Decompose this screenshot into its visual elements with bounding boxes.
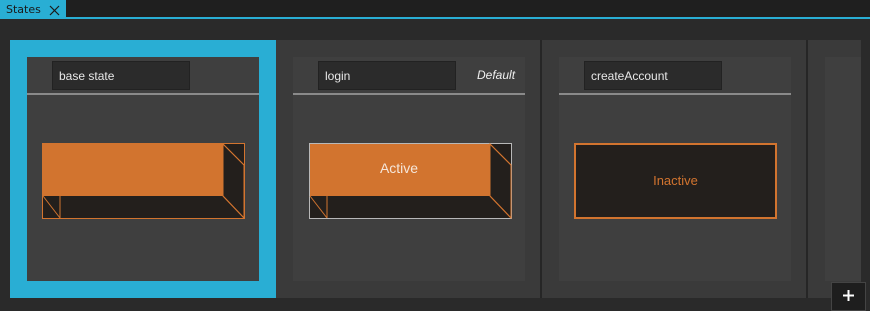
preview-active-text: Active — [379, 160, 419, 176]
state-preview-base — [42, 142, 245, 220]
state-divider — [559, 93, 791, 95]
state-card-body — [825, 57, 861, 281]
tab-states[interactable]: States — [0, 0, 66, 18]
state-name-field[interactable]: createAccount — [584, 61, 722, 90]
state-preview-createaccount: Inactive — [574, 143, 777, 219]
close-icon[interactable] — [48, 2, 61, 16]
state-card-login[interactable]: login Default Active — [276, 40, 540, 298]
state-divider — [27, 93, 259, 95]
add-state-button[interactable] — [831, 282, 866, 311]
plus-icon — [842, 287, 855, 306]
preview-inactive-text: Inactive — [653, 173, 698, 188]
states-panel: base state login Default Active createAc… — [0, 19, 870, 311]
state-card-base-state[interactable]: base state — [10, 40, 276, 298]
state-card-body: login Default Active — [293, 57, 525, 281]
button-preview-graphic — [309, 143, 512, 219]
state-name-field[interactable]: base state — [52, 61, 190, 90]
tab-bar: States — [0, 0, 870, 18]
state-name-field[interactable]: login — [318, 61, 456, 90]
button-preview-graphic — [42, 142, 245, 220]
state-card-partial — [808, 40, 861, 298]
states-strip: base state login Default Active createAc… — [10, 40, 861, 298]
state-card-body: base state — [27, 57, 259, 281]
state-divider — [293, 93, 525, 95]
default-state-label: Default — [477, 68, 516, 82]
tab-label: States — [6, 2, 41, 16]
state-card-body: createAccount Inactive — [559, 57, 791, 281]
state-preview-login: Active — [309, 143, 512, 219]
state-card-createaccount[interactable]: createAccount Inactive — [542, 40, 806, 298]
